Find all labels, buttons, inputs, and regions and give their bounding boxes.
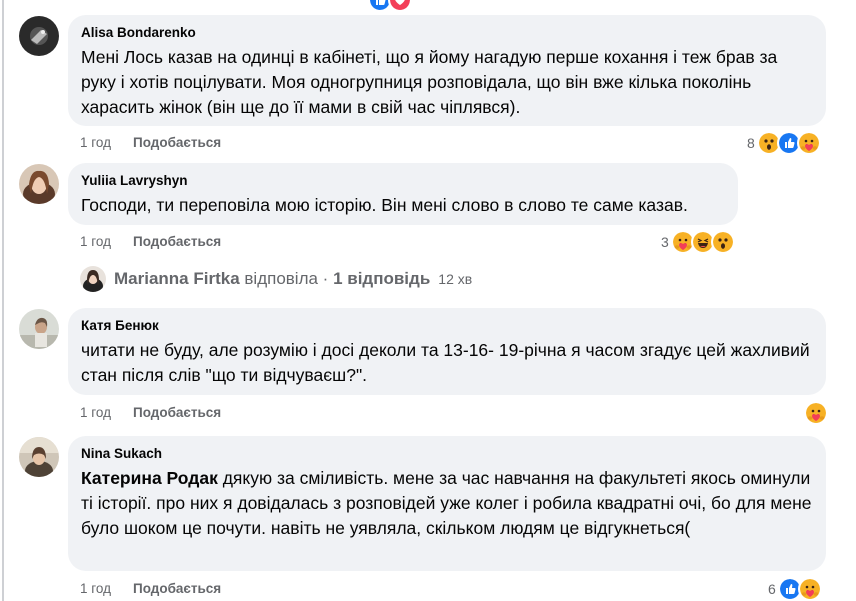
reactions-summary[interactable]: 8: [747, 131, 821, 155]
comment-bubble: Катя Бенюк читати не буду, але розумію і…: [68, 308, 826, 395]
comment-bubble: Nina Sukach Катерина Родак дякую за сміл…: [68, 436, 826, 571]
care-reaction-icon: [804, 401, 828, 425]
comment-text: читати не буду, але розумію і досі декол…: [81, 340, 810, 385]
reaction-count: 3: [661, 234, 669, 250]
care-reaction-icon: [796, 131, 821, 155]
like-button[interactable]: Подобається: [133, 135, 221, 150]
replier-avatar: [80, 266, 106, 292]
top-cutoff-reactions[interactable]: [368, 0, 412, 12]
comment-bubble: Alisa Bondarenko Мені Лось казав на один…: [68, 15, 826, 126]
reaction-count: 6: [768, 581, 776, 597]
reaction-count: 8: [747, 135, 755, 151]
reactions-summary[interactable]: 3: [661, 230, 735, 254]
like-button[interactable]: Подобається: [133, 405, 221, 420]
comment-time[interactable]: 1 год: [80, 581, 111, 596]
comment-actions: 1 год Подобається: [80, 234, 221, 249]
replies-time: 12 хв: [438, 271, 473, 287]
comment-text: Мені Лось казав на одинці в кабінеті, що…: [81, 47, 778, 117]
care-reaction-icon: [797, 577, 822, 601]
wow-reaction-icon: [710, 230, 735, 254]
comment-text: Господи, ти переповіла мою історію. Він …: [81, 195, 688, 215]
replier-name: Marianna Firtka: [114, 269, 240, 288]
avatar[interactable]: [19, 309, 59, 349]
view-replies-link[interactable]: Marianna Firtka відповіла · 1 відповідь …: [80, 266, 472, 292]
thread-line: [2, 0, 4, 601]
comment-bubble: Yuliia Lavryshyn Господи, ти переповіла …: [68, 163, 738, 225]
comment-time[interactable]: 1 год: [80, 234, 111, 249]
love-reaction-icon: [388, 0, 412, 12]
like-button[interactable]: Подобається: [133, 581, 221, 596]
comment-text: Катерина Родак дякую за сміливість. мене…: [81, 466, 813, 541]
avatar[interactable]: [19, 437, 59, 477]
comment-time[interactable]: 1 год: [80, 405, 111, 420]
mention-link[interactable]: Катерина Родак: [81, 468, 218, 488]
comment-author[interactable]: Alisa Bondarenko: [81, 24, 813, 42]
avatar[interactable]: [19, 164, 59, 204]
comment-author[interactable]: Yuliia Lavryshyn: [81, 172, 725, 190]
replies-count: 1 відповідь: [333, 269, 431, 288]
like-button[interactable]: Подобається: [133, 234, 221, 249]
replies-action: відповіла ·: [239, 269, 334, 288]
comment-time[interactable]: 1 год: [80, 135, 111, 150]
avatar[interactable]: [19, 16, 59, 56]
comment-author[interactable]: Катя Бенюк: [81, 317, 813, 335]
comment-actions: 1 год Подобається: [80, 135, 221, 150]
reactions-summary[interactable]: [802, 401, 828, 425]
comment-author[interactable]: Nina Sukach: [81, 445, 813, 463]
comment-actions: 1 год Подобається: [80, 405, 221, 420]
comment-actions: 1 год Подобається: [80, 581, 221, 596]
reactions-summary[interactable]: 6: [768, 577, 822, 601]
